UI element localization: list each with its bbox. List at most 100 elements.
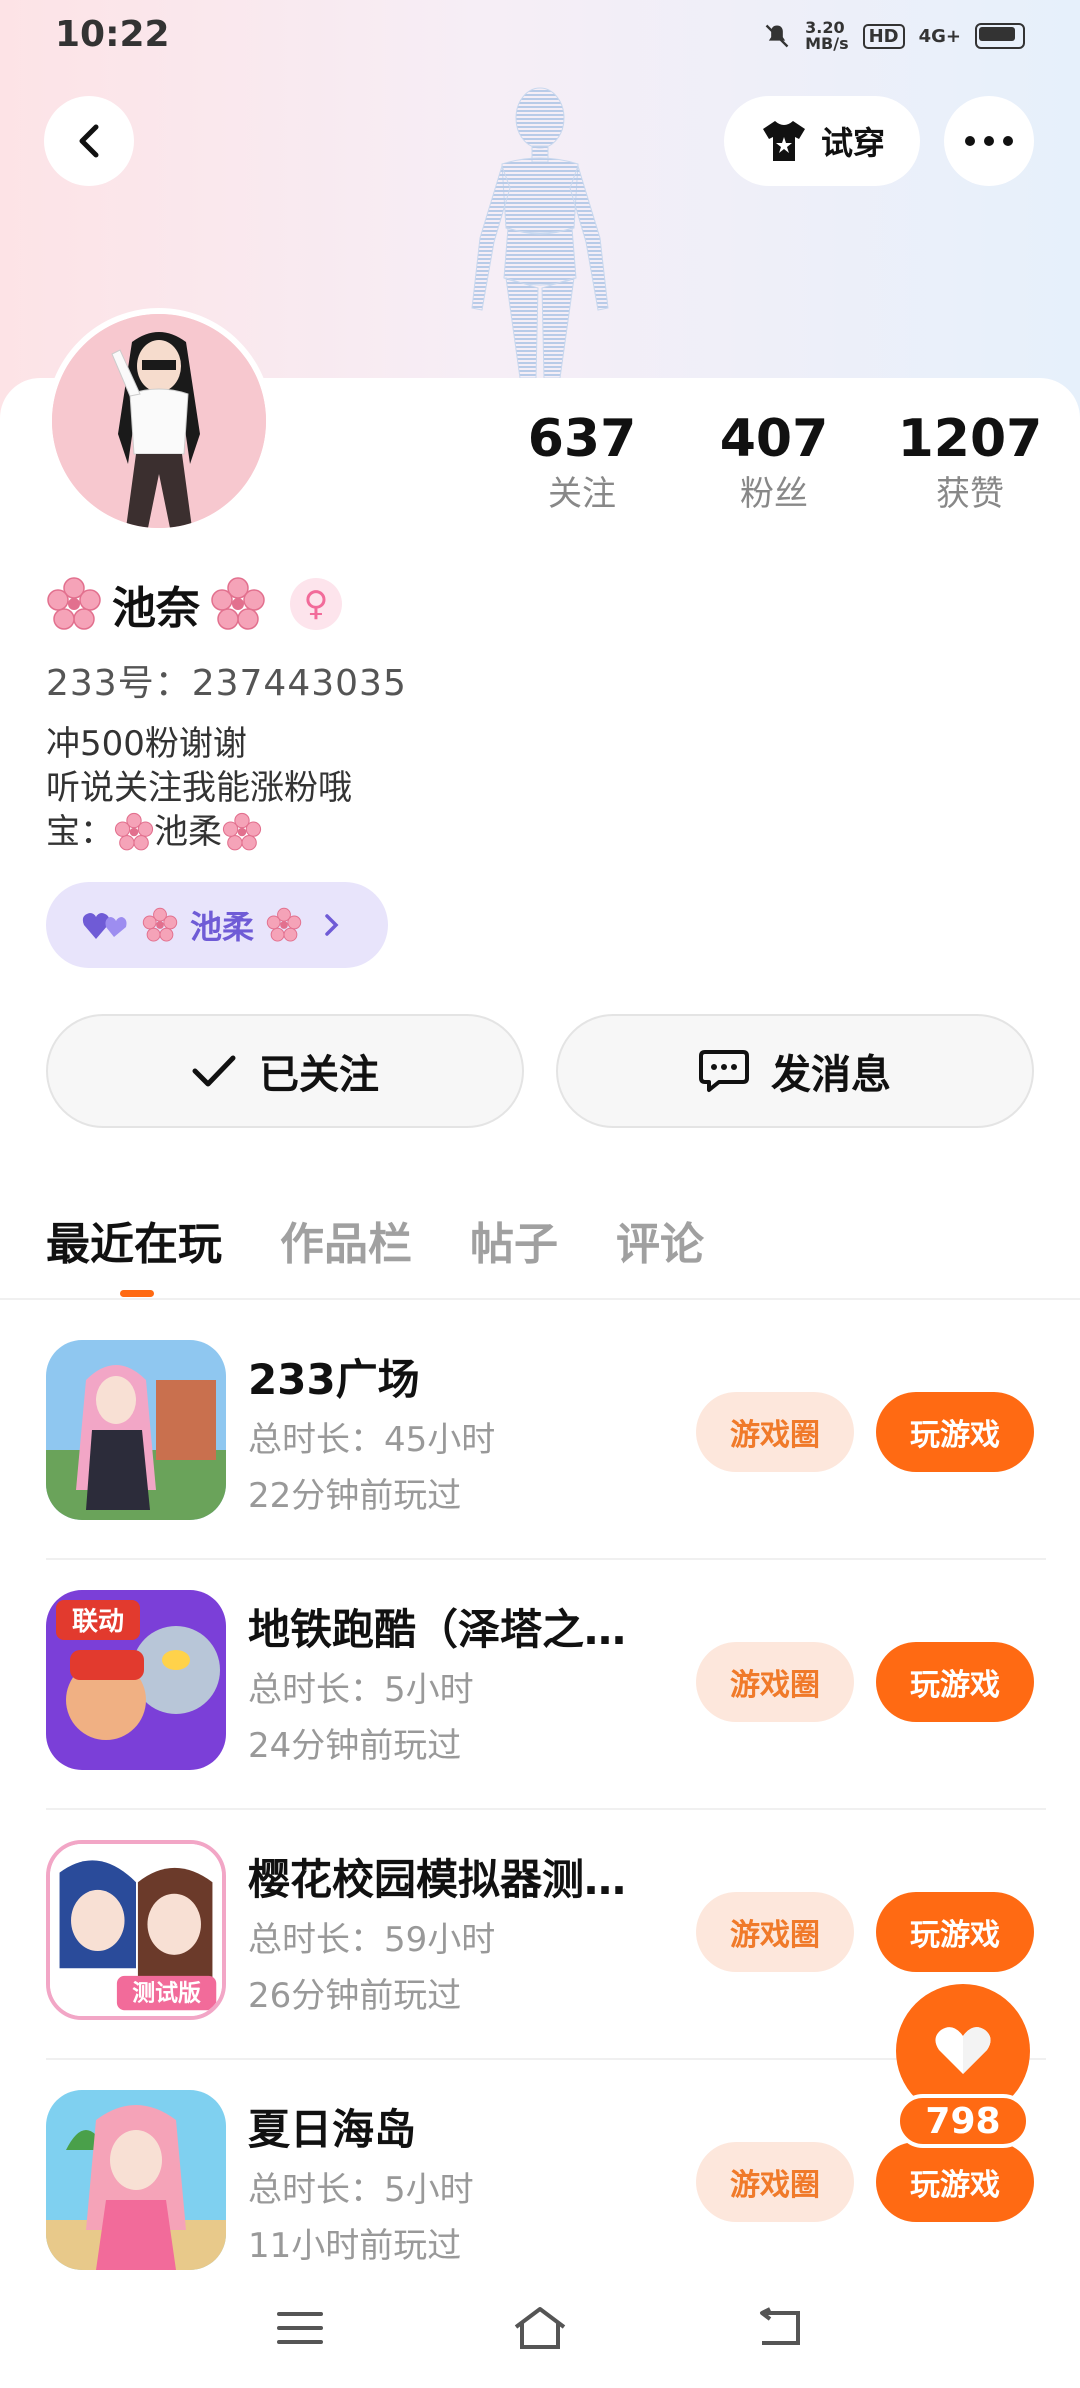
avatar[interactable] [46, 308, 272, 534]
game-list-item[interactable]: 233广场 总时长：45小时 22分钟前玩过 游戏圈 玩游戏 [46, 1340, 1036, 1520]
stat-value: 1207 [897, 409, 1043, 469]
back-nav-button[interactable] [750, 2298, 810, 2358]
check-icon [192, 1055, 236, 1087]
game-icon-233-plaza [46, 1340, 226, 1520]
game-duration: 总时长：45小时 [248, 1420, 496, 1460]
bio-partner-name: 池柔 [154, 812, 222, 852]
partner-tag[interactable]: 池柔 [46, 882, 388, 968]
game-duration: 总时长：59小时 [248, 1920, 496, 1960]
more-button[interactable] [944, 96, 1034, 186]
followed-button[interactable]: 已关注 [46, 1014, 524, 1128]
svg-text:联动: 联动 [72, 1607, 124, 1637]
active-tab-indicator [120, 1290, 154, 1297]
tab-comments[interactable]: 评论 [616, 1208, 704, 1272]
bio-prefix: 宝： [46, 812, 114, 852]
signal-icon: 4G+ [918, 25, 961, 47]
return-icon [760, 2307, 800, 2345]
play-game-button[interactable]: 玩游戏 [876, 2142, 1034, 2222]
user-id-label: 233号： [46, 663, 192, 704]
game-icon-sakura-school: 测试版 [46, 1840, 226, 2020]
sakura-icon [222, 812, 262, 851]
profile-tabs: 最近在玩 作品栏 帖子 评论 [46, 1208, 704, 1272]
sakura-icon [114, 812, 154, 851]
more-dots-icon [965, 136, 1013, 146]
double-heart-icon [82, 913, 127, 939]
game-list-item[interactable]: 夏日海岛 总时长：5小时 11小时前玩过 游戏圈 玩游戏 [46, 2090, 1036, 2270]
hd-icon: HD [862, 23, 905, 49]
game-last-played: 22分钟前玩过 [248, 1476, 462, 1516]
stat-followers[interactable]: 407 粉丝 [694, 408, 854, 518]
sakura-icon [211, 577, 265, 630]
try-on-button[interactable]: 试穿 [724, 96, 920, 186]
followed-label: 已关注 [259, 1052, 379, 1098]
home-nav-button[interactable] [510, 2298, 570, 2358]
female-gender-icon: ♀ [290, 578, 342, 630]
game-duration: 总时长：5小时 [248, 2170, 474, 2210]
avatar-character-image [52, 314, 266, 528]
home-icon [514, 2307, 566, 2349]
play-game-button[interactable]: 玩游戏 [876, 1892, 1034, 1972]
stat-following[interactable]: 637 关注 [502, 408, 662, 518]
game-circle-button[interactable]: 游戏圈 [696, 1392, 854, 1472]
stat-label: 粉丝 [740, 474, 808, 514]
back-arrow-icon [79, 124, 99, 158]
bio-line: 宝： 池柔 [46, 810, 352, 854]
row-divider [46, 1558, 1046, 1560]
mute-bell-icon [765, 24, 789, 48]
game-duration: 总时长：5小时 [248, 1670, 474, 1710]
status-bar: 10:22 3.20 MB/s HD 4G+ [0, 0, 1080, 80]
game-artwork: 联动 [46, 1590, 226, 1770]
tab-works[interactable]: 作品栏 [280, 1208, 412, 1272]
sakura-icon [47, 577, 101, 630]
partner-tag-name: 池柔 [190, 908, 255, 946]
game-list-item[interactable]: 联动 地铁跑酷（泽塔之… 总时长：5小时 24分钟前玩过 游戏圈 玩游戏 [46, 1590, 1036, 1770]
game-circle-button[interactable]: 游戏圈 [696, 2142, 854, 2222]
tab-divider [0, 1298, 1080, 1300]
menu-nav-button[interactable] [270, 2298, 330, 2358]
sakura-icon [142, 907, 178, 942]
stat-value: 637 [527, 409, 637, 469]
bio-line: 听说关注我能涨粉哦 [46, 768, 352, 808]
stat-value: 407 [719, 409, 829, 469]
status-icons: 3.20 MB/s HD 4G+ [763, 20, 1025, 52]
stat-label: 获赞 [936, 474, 1004, 514]
game-last-played: 26分钟前玩过 [248, 1976, 462, 2016]
net-speed: 3.20 MB/s [805, 18, 849, 53]
row-divider [46, 1808, 1046, 1810]
game-artwork [46, 2090, 226, 2270]
menu-icon [277, 2312, 323, 2344]
tshirt-icon [762, 121, 805, 161]
game-circle-button[interactable]: 游戏圈 [696, 1892, 854, 1972]
game-title: 樱花校园模拟器测… [248, 1855, 627, 1904]
like-count: 798 [896, 2094, 1030, 2148]
profile-bio: 冲500粉谢谢 听说关注我能涨粉哦 宝： 池柔 [46, 722, 352, 854]
game-icon-subway-surfers: 联动 [46, 1590, 226, 1770]
game-icon-summer-island [46, 2090, 226, 2270]
profile-name-row: 池奈 ♀ [46, 572, 342, 636]
game-title: 233广场 [248, 1355, 420, 1404]
tab-posts[interactable]: 帖子 [470, 1208, 558, 1272]
game-title: 地铁跑酷（泽塔之… [248, 1605, 627, 1654]
bio-line: 冲500粉谢谢 [46, 724, 247, 764]
user-id[interactable]: 233号：237443035 [46, 654, 407, 706]
play-game-button[interactable]: 玩游戏 [876, 1642, 1034, 1722]
tab-recently-played[interactable]: 最近在玩 [46, 1208, 222, 1272]
game-last-played: 11小时前玩过 [248, 2226, 462, 2266]
game-title: 夏日海岛 [248, 2105, 417, 2154]
sakura-icon [266, 907, 302, 942]
game-list-item[interactable]: 测试版 樱花校园模拟器测… 总时长：59小时 26分钟前玩过 游戏圈 玩游戏 [46, 1840, 1036, 2020]
chat-bubble-icon [699, 1050, 749, 1092]
avatar-3d-mannequin [471, 87, 609, 378]
game-circle-button[interactable]: 游戏圈 [696, 1642, 854, 1722]
stat-label: 关注 [548, 474, 616, 514]
play-game-button[interactable]: 玩游戏 [876, 1392, 1034, 1472]
chevron-right-icon [325, 914, 339, 936]
back-button[interactable] [44, 96, 134, 186]
system-nav-bar [0, 2270, 1080, 2388]
try-on-label: 试穿 [820, 124, 885, 162]
profile-name: 池奈 [112, 583, 200, 634]
game-last-played: 24分钟前玩过 [248, 1726, 462, 1766]
send-message-button[interactable]: 发消息 [556, 1014, 1034, 1128]
svg-text:测试版: 测试版 [132, 1980, 201, 2007]
stat-likes[interactable]: 1207 获赞 [890, 408, 1050, 518]
